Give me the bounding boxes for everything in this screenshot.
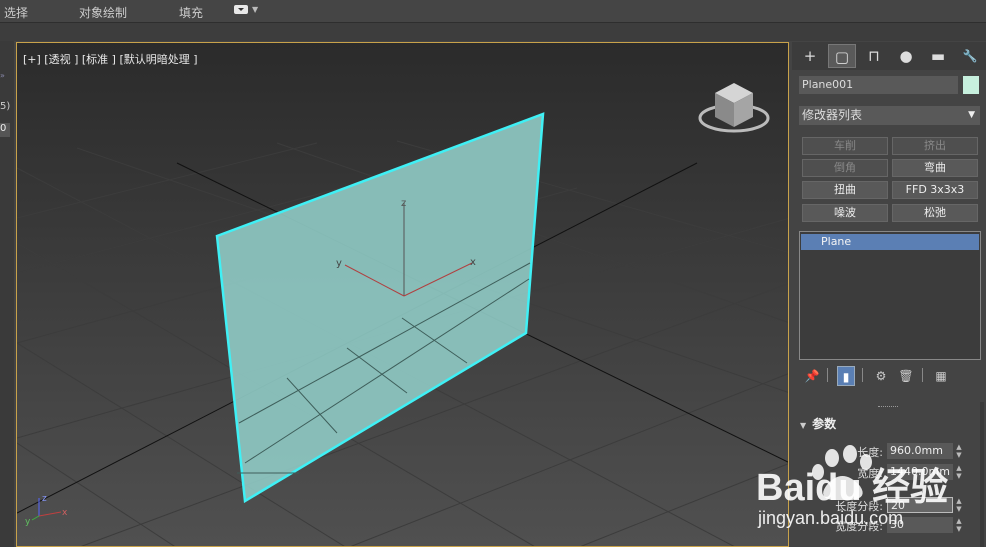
left-panel-text: 5)	[0, 101, 11, 112]
watermark-url: jingyan.baidu.com	[757, 508, 903, 528]
modifier-bend-button[interactable]: 弯曲	[892, 159, 978, 177]
chevron-down-icon: ▼	[968, 110, 975, 120]
toolbar-divider	[862, 368, 863, 382]
configure-sets-icon[interactable]: ▦	[932, 366, 950, 386]
modifier-noise-button[interactable]: 噪波	[802, 204, 888, 222]
modifier-list-dropdown[interactable]: 修改器列表 ▼	[799, 106, 980, 125]
gizmo-z-label: z	[401, 198, 406, 209]
watermark-text: Baidu 经验	[756, 467, 948, 509]
gizmo-y-label: y	[336, 258, 342, 269]
viewport-scene: z x y z x y	[17, 83, 788, 546]
tab-hierarchy[interactable]: ⊓	[860, 44, 888, 68]
menu-populate[interactable]: 填充	[179, 4, 203, 21]
modifier-lathe-button[interactable]: 车削	[802, 137, 888, 155]
remove-modifier-icon[interactable]: 🗑	[897, 366, 915, 386]
object-color-swatch[interactable]	[963, 76, 979, 94]
modifier-relax-button[interactable]: 松弛	[892, 204, 978, 222]
rollout-title: 参数	[812, 417, 837, 431]
baidu-watermark-logo: Baidu 经验 jingyan.baidu.com	[756, 445, 948, 528]
corner-z-label: z	[42, 494, 47, 504]
plane-object[interactable]	[215, 112, 545, 504]
tab-modify[interactable]: ▢	[828, 44, 856, 68]
toolbar-divider	[827, 368, 828, 382]
make-unique-icon[interactable]: ⚙	[872, 366, 890, 386]
viewcube-icon[interactable]	[698, 83, 770, 133]
tab-create[interactable]: +	[796, 44, 824, 68]
viewport-label[interactable]: [+] [透视 ] [标准 ] [默认明暗处理 ]	[23, 51, 198, 67]
width-spinner[interactable]: ▲ ▼	[955, 464, 963, 480]
left-panel-edge: » 5) 0	[0, 41, 14, 547]
modifier-ffd-button[interactable]: FFD 3x3x3	[892, 181, 978, 199]
panel-resize-handle[interactable]	[878, 406, 898, 410]
modifier-twist-button[interactable]: 扭曲	[802, 181, 888, 199]
modifier-extrude-button[interactable]: 挤出	[892, 137, 978, 155]
corner-x-axis	[38, 511, 62, 517]
left-panel-field[interactable]: 0	[0, 123, 10, 137]
show-end-result-icon[interactable]: ▮	[837, 366, 855, 386]
perspective-viewport[interactable]: z x y z x y [+] [透视 ] [标准 ] [默认明暗处理 ]	[16, 42, 789, 547]
collapse-triangle-icon: ▼	[800, 421, 807, 430]
toolbar-divider	[922, 368, 923, 382]
tab-utilities[interactable]: 🔧	[956, 44, 984, 68]
chevron-down-icon[interactable]: ▼	[252, 5, 258, 14]
modifier-bevel-button[interactable]: 倒角	[802, 159, 888, 177]
menu-object-paint[interactable]: 对象绘制	[79, 4, 127, 21]
ribbon-strip	[0, 23, 986, 41]
command-panel-tabs: + ▢ ⊓ ● ▬ 🔧	[792, 42, 986, 70]
modifier-list-label: 修改器列表	[802, 108, 863, 122]
menu-select[interactable]: 选择	[4, 4, 28, 21]
width-segs-spinner[interactable]: ▲ ▼	[955, 517, 963, 533]
menu-bar: 选择 对象绘制 填充 ▼	[0, 0, 986, 23]
corner-y-axis	[31, 515, 40, 521]
expand-icon[interactable]: »	[0, 71, 5, 80]
corner-y-label: y	[25, 517, 31, 527]
length-segs-spinner[interactable]: ▲ ▼	[955, 497, 963, 513]
modifier-stack: Plane	[799, 231, 981, 360]
panel-scrollbar[interactable]	[980, 402, 984, 547]
tab-display[interactable]: ▬	[924, 44, 952, 68]
gizmo-x-label: x	[470, 257, 476, 268]
ribbon-dropdown-icon[interactable]	[234, 5, 248, 14]
length-spinner[interactable]: ▲ ▼	[955, 443, 963, 459]
object-name-field[interactable]: Plane001	[799, 76, 958, 94]
tab-motion[interactable]: ●	[892, 44, 920, 68]
corner-x-label: x	[62, 508, 68, 518]
parameters-rollout-header[interactable]: ▼ 参数	[800, 414, 976, 434]
stack-item-plane[interactable]: Plane	[801, 234, 979, 250]
pin-stack-icon[interactable]: 📌	[803, 366, 821, 386]
